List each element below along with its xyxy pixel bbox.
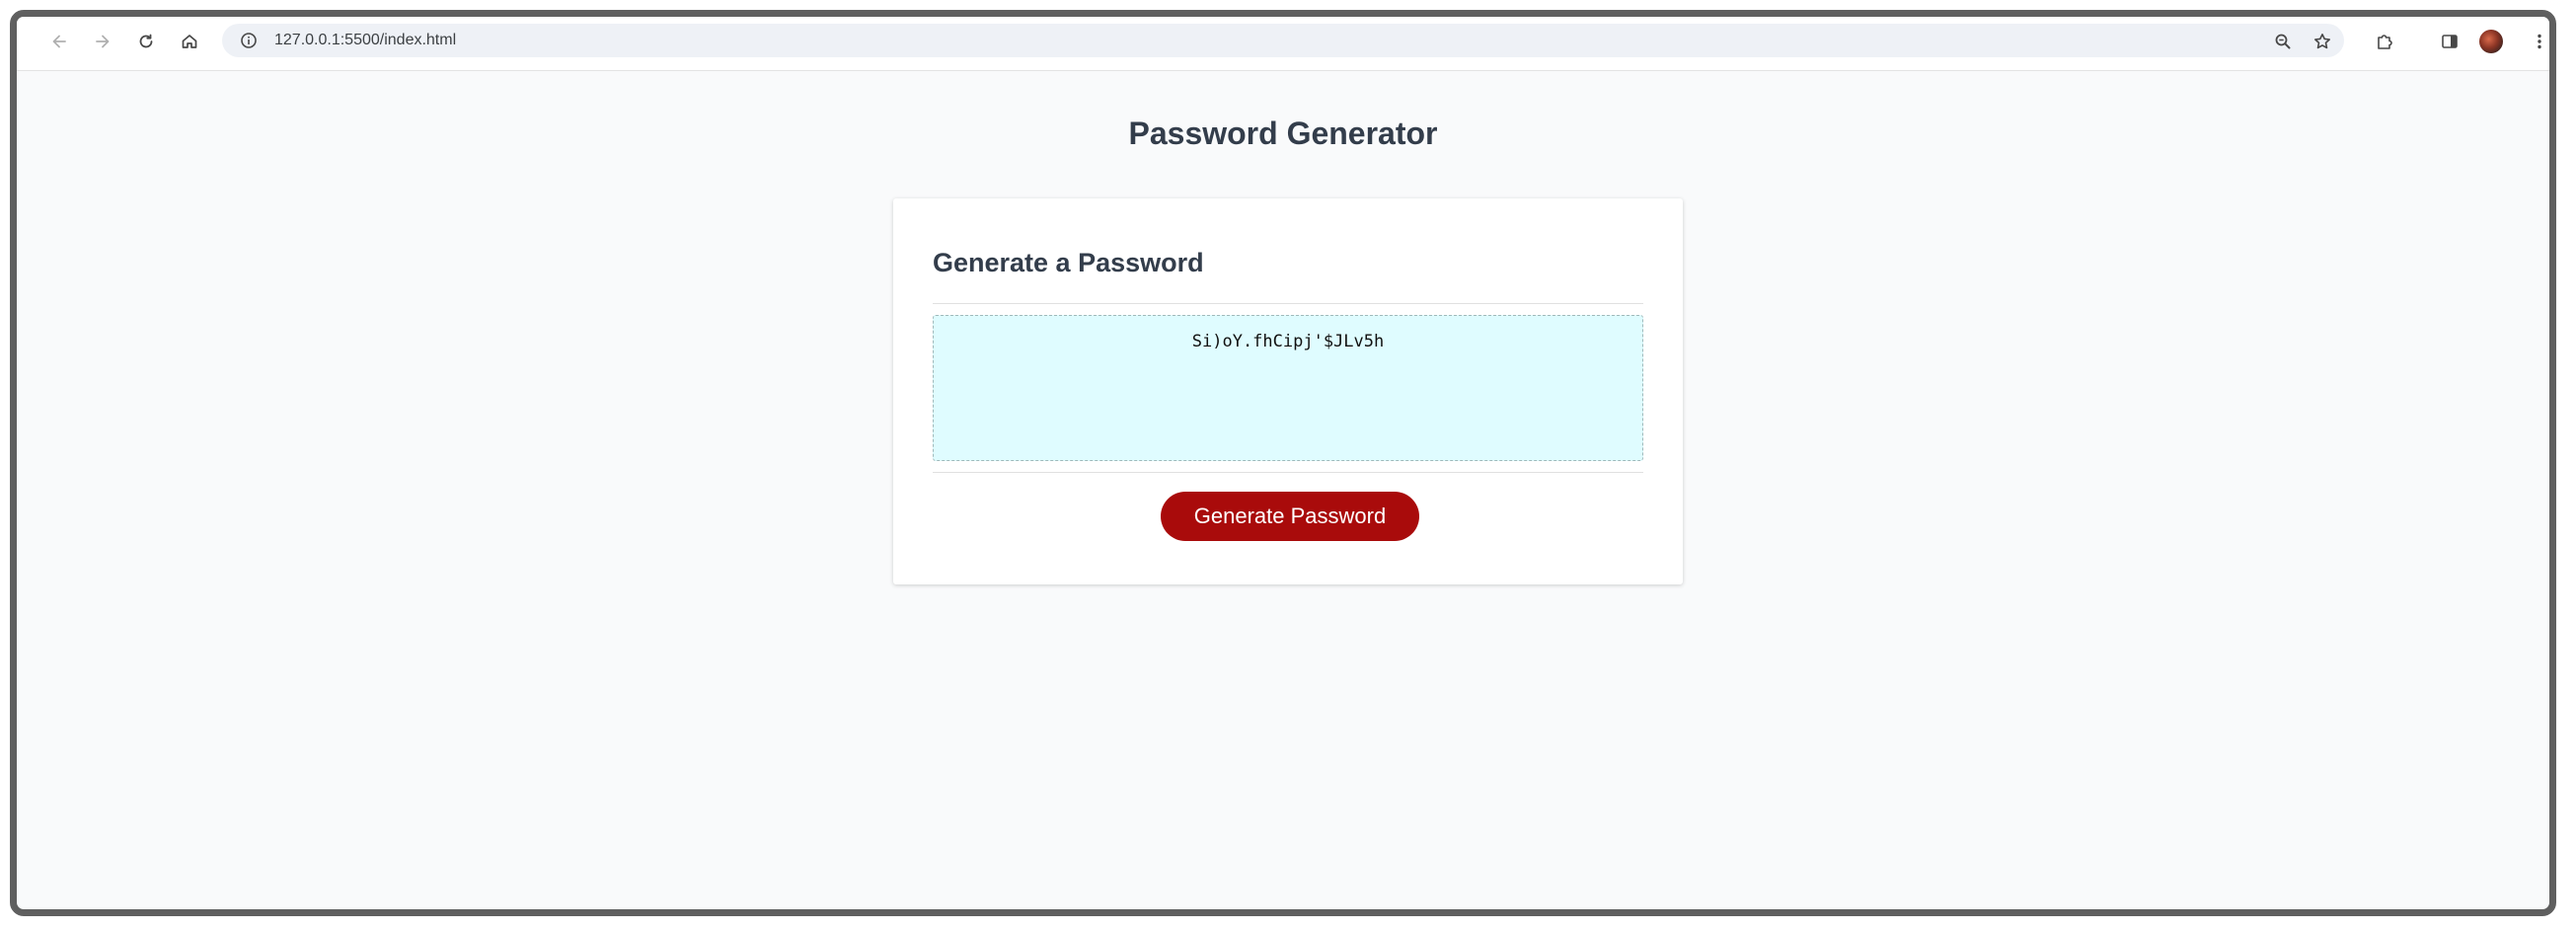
site-info-icon[interactable]	[240, 32, 258, 49]
address-bar-url[interactable]: 127.0.0.1:5500/index.html	[274, 32, 456, 49]
home-icon[interactable]	[175, 27, 204, 56]
password-output[interactable]: Si)oY.fhCipj'$JLv5h	[933, 315, 1643, 461]
back-icon[interactable]	[44, 27, 74, 56]
page-title: Password Generator	[1128, 116, 1438, 151]
card-header-divider	[933, 303, 1643, 304]
profile-avatar[interactable]	[2479, 30, 2503, 53]
side-panel-icon[interactable]	[2435, 27, 2464, 56]
generate-password-button[interactable]: Generate Password	[1161, 492, 1419, 541]
card-footer-divider	[933, 472, 1643, 473]
extensions-icon[interactable]	[2370, 27, 2399, 56]
address-bar[interactable]: 127.0.0.1:5500/index.html	[222, 24, 2344, 57]
browser-window: 127.0.0.1:5500/index.html Password Gener…	[10, 10, 2556, 916]
forward-icon[interactable]	[88, 27, 117, 56]
zoom-icon[interactable]	[2268, 27, 2298, 56]
password-text[interactable]: Si)oY.fhCipj'$JLv5h	[1192, 332, 1384, 351]
more-menu-icon[interactable]	[2525, 27, 2549, 56]
password-card: Generate a Password Si)oY.fhCipj'$JLv5h …	[893, 198, 1683, 584]
card-title: Generate a Password	[933, 248, 1204, 277]
reload-icon[interactable]	[131, 27, 161, 56]
browser-toolbar: 127.0.0.1:5500/index.html	[17, 17, 2549, 71]
bookmark-star-icon[interactable]	[2308, 27, 2337, 56]
